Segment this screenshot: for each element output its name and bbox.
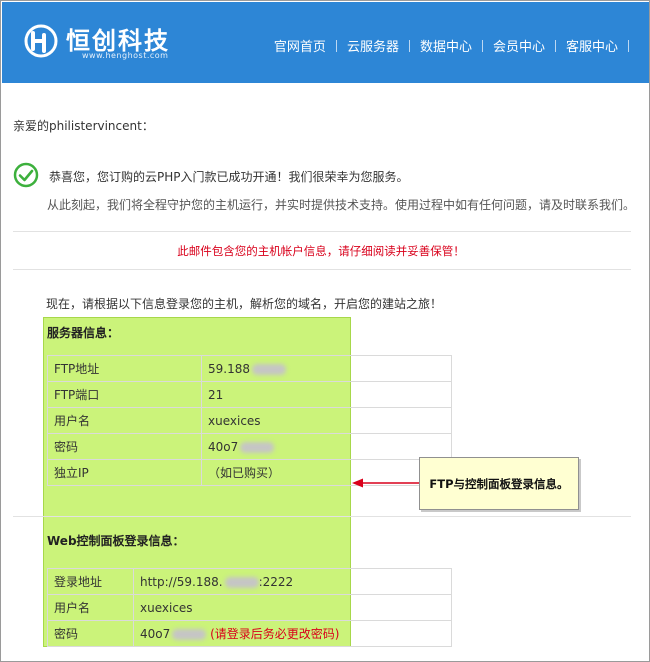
table-row: 密码 40o7 [47,433,452,460]
masked-text [252,363,286,375]
change-password-note: (请登录后务必更改密码) [210,627,340,641]
login-url[interactable]: http://59.188. [140,575,223,589]
email-header: 恒创科技 www.henghost.com 官网首页 云服务器 数据中心 会员中… [2,2,649,83]
table-row: 用户名 xuexices [47,407,452,434]
username-value: xuexices [133,594,452,621]
ftp-address: 59.188 [208,361,250,376]
nav-data-center[interactable]: 数据中心 [410,36,482,55]
row-label: FTP端口 [47,381,202,408]
email-frame: 恒创科技 www.henghost.com 官网首页 云服务器 数据中心 会员中… [0,0,650,662]
nav-member-center[interactable]: 会员中心 [483,36,555,55]
arrow-left-icon [352,478,419,488]
row-value: 40o7 (请登录后务必更改密码) [133,620,452,647]
masked-text [172,629,207,640]
nav-home[interactable]: 官网首页 [264,36,336,55]
logo-url: www.henghost.com [82,51,169,60]
login-port: :2222 [258,574,294,589]
support-message: 从此刻起，我们将全程守护您的主机运行，并实时提供技术支持。使用过程中如有任何问题… [47,198,636,212]
row-label: 用户名 [47,594,134,621]
table-row: 登录地址 http://59.188. :2222 [47,568,452,595]
table-row: FTP地址 59.188 [47,355,452,382]
logo-icon [24,24,58,58]
nav-support-center[interactable]: 客服中心 [556,36,628,55]
congrats-message: 恭喜您，您订购的云PHP入门款已成功开通！我们很荣幸为您服务。 [49,170,409,184]
ftp-port: 21 [201,381,452,408]
row-label: 独立IP [47,459,202,486]
masked-text [224,576,259,588]
server-info-title: 服务器信息： [47,326,120,340]
password-value: 40o7 [208,439,239,454]
check-circle-icon [13,162,39,188]
web-panel-table: 登录地址 http://59.188. :2222 用户名 xuexices 密码… [47,568,452,647]
table-row: 用户名 xuexices [47,594,452,621]
nav-divider [628,39,629,52]
top-nav: 官网首页 云服务器 数据中心 会员中心 客服中心 [264,36,629,55]
security-warning: 此邮件包含您的主机帐户信息，请仔细阅读并妥善保管！ [177,244,465,258]
row-label: 密码 [47,620,134,647]
row-value: 40o7 [201,433,452,460]
masked-text [240,441,275,453]
username-value: xuexices [201,407,452,434]
divider [13,516,631,517]
password-value: 40o7 [140,627,171,641]
web-panel-title: Web控制面板登录信息： [47,534,185,548]
row-label: FTP地址 [47,355,202,382]
row-label: 用户名 [47,407,202,434]
table-row: 密码 40o7 (请登录后务必更改密码) [47,620,452,647]
row-label: 登录地址 [47,568,134,595]
table-row: FTP端口 21 [47,381,452,408]
divider [13,231,631,232]
row-value[interactable]: http://59.188. :2222 [133,568,452,595]
greeting: 亲爱的philistervincent： [13,119,154,133]
row-value: 59.188 [201,355,452,382]
server-info-table: FTP地址 59.188 FTP端口 21 用户名 xuexices 密码 40… [47,355,452,486]
row-label: 密码 [47,433,202,460]
nav-cloud-server[interactable]: 云服务器 [337,36,409,55]
divider [13,269,631,270]
callout-note: FTP与控制面板登录信息。 [419,457,579,510]
intro-text: 现在，请根据以下信息登录您的主机，解析您的域名，开启您的建站之旅！ [46,297,443,311]
